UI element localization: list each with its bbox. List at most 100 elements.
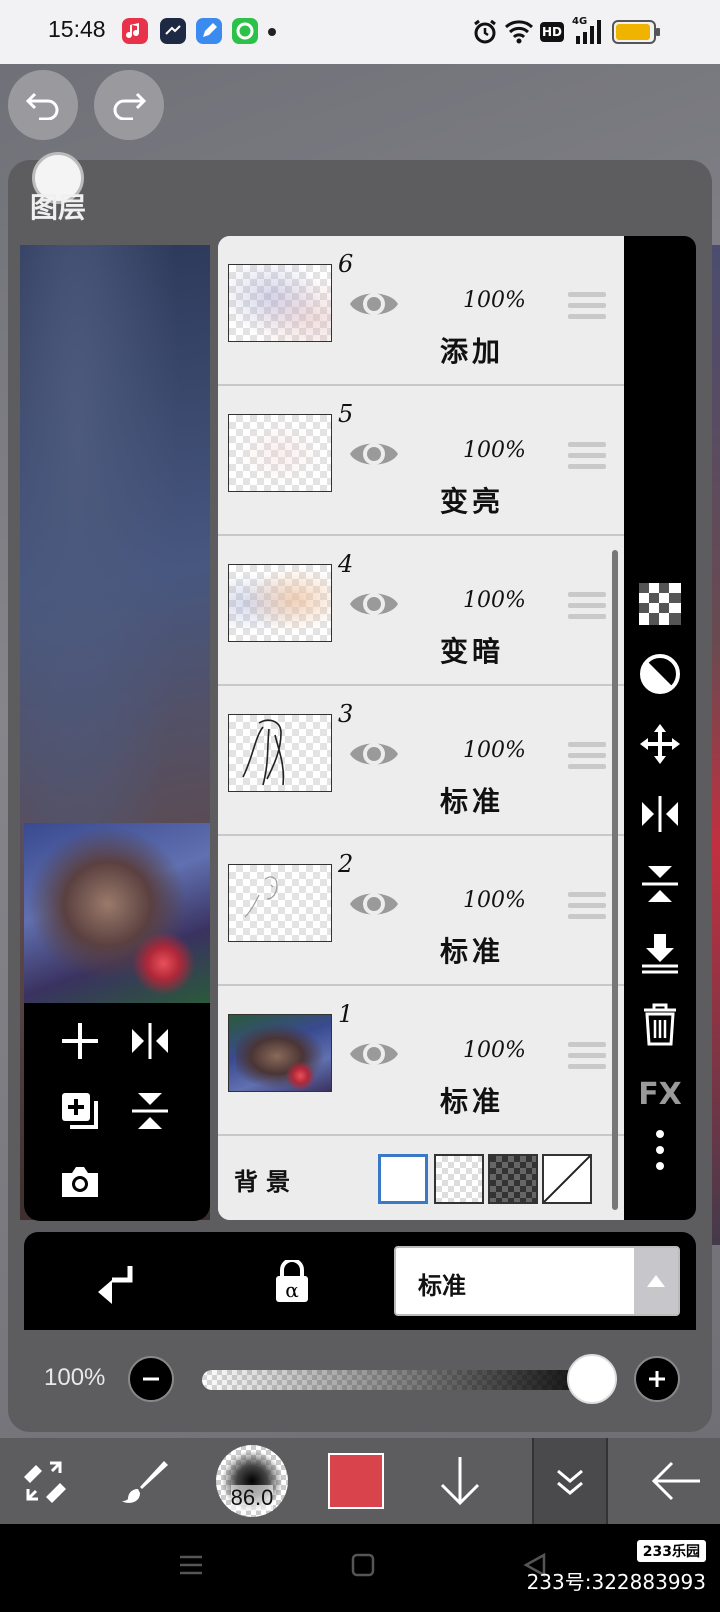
- layer-list-scrollbar[interactable]: [612, 550, 618, 1210]
- layer-number: 4: [338, 550, 354, 578]
- alarm-icon: [472, 18, 498, 50]
- flip-vertical-icon: [132, 1093, 168, 1129]
- layer-row-2[interactable]: 2 100% 标准: [218, 836, 624, 986]
- drag-handle-icon[interactable]: [568, 1042, 606, 1076]
- notes-app-icon: [196, 18, 222, 44]
- redo-button[interactable]: [94, 70, 164, 140]
- layer-blend-mode: 变亮: [440, 485, 505, 518]
- status-time: 15:48: [48, 16, 106, 42]
- drag-handle-icon[interactable]: [568, 742, 606, 776]
- nav-home-button[interactable]: [350, 1552, 376, 1582]
- clip-circle-icon: [640, 654, 680, 694]
- layer-row-6[interactable]: 6 100% 添加: [218, 236, 624, 386]
- opacity-decrease-button[interactable]: [128, 1356, 174, 1402]
- background-dark-transparent-swatch[interactable]: [488, 1154, 538, 1204]
- preview-tools: [24, 1003, 210, 1221]
- visibility-eye-icon[interactable]: [346, 276, 402, 332]
- nav-menu-button[interactable]: [178, 1552, 204, 1582]
- brush-tool-button[interactable]: [110, 1438, 182, 1524]
- menu-icon: [180, 1555, 202, 1575]
- layer-thumbnail: [228, 264, 332, 342]
- layer-row-4[interactable]: 4 100% 变暗: [218, 536, 624, 686]
- canvas-thumbnail[interactable]: [24, 823, 210, 1003]
- add-layer-button[interactable]: [50, 1011, 110, 1071]
- blend-mode-value: 标准: [418, 1271, 466, 1300]
- camera-app-icon: [232, 18, 258, 44]
- flip-layer-horizontal-button[interactable]: [632, 786, 688, 842]
- layer-thumbnail: [228, 564, 332, 642]
- redo-icon: [113, 92, 147, 120]
- trash-icon: [644, 1003, 676, 1046]
- drag-handle-icon[interactable]: [568, 292, 606, 326]
- visibility-eye-icon[interactable]: [346, 876, 402, 932]
- opacity-slider-thumb[interactable]: [567, 1354, 617, 1404]
- layer-blend-mode: 标准: [440, 935, 505, 968]
- layer-row-5[interactable]: 5 100% 变亮: [218, 386, 624, 536]
- layer-blend-mode: 添加: [440, 335, 505, 368]
- visibility-eye-icon[interactable]: [346, 726, 402, 782]
- back-button[interactable]: [640, 1438, 712, 1524]
- opacity-increase-button[interactable]: [634, 1356, 680, 1402]
- svg-text:α: α: [285, 1278, 299, 1302]
- alpha-lock-button[interactable]: α: [264, 1254, 320, 1310]
- plus-icon: [62, 1023, 98, 1059]
- layer-blend-mode: 标准: [440, 785, 505, 818]
- more-vertical-icon: [656, 1130, 664, 1170]
- drag-handle-icon[interactable]: [568, 892, 606, 926]
- undo-button[interactable]: [8, 70, 78, 140]
- transparency-lock-button[interactable]: [632, 576, 688, 632]
- layer-thumbnail: [228, 414, 332, 492]
- arrow-down-icon: [440, 1457, 480, 1506]
- layer-panel-toggle-button[interactable]: [532, 1438, 608, 1524]
- move-arrows-icon: [640, 724, 680, 764]
- opacity-slider-track[interactable]: [202, 1370, 592, 1390]
- background-none-swatch[interactable]: [542, 1154, 592, 1204]
- flip-vertical-button[interactable]: [120, 1081, 180, 1141]
- clip-below-button[interactable]: [88, 1254, 144, 1310]
- camera-import-button[interactable]: [50, 1151, 110, 1211]
- background-label: 背景: [234, 1167, 298, 1196]
- layer-number: 5: [338, 400, 354, 428]
- brush-icon: [122, 1461, 168, 1503]
- drag-handle-icon[interactable]: [568, 442, 606, 476]
- layer-blend-mode: 标准: [440, 1085, 505, 1118]
- layer-opacity: 100%: [463, 1038, 526, 1063]
- flip-layer-vertical-button[interactable]: [632, 856, 688, 912]
- layer-row-3[interactable]: 3 100% 标准: [218, 686, 624, 836]
- background-transparent-swatch[interactable]: [434, 1154, 484, 1204]
- layer-number: 2: [338, 850, 354, 878]
- layer-number: 6: [338, 250, 354, 278]
- 4g-signal-icon: 4G: [572, 16, 604, 50]
- tool-switch-button[interactable]: [8, 1438, 80, 1524]
- background-white-swatch[interactable]: [378, 1154, 428, 1204]
- merge-down-button[interactable]: [632, 926, 688, 982]
- brush-size-value: 86.0: [230, 1485, 274, 1511]
- dropdown-arrow-icon[interactable]: [634, 1248, 678, 1314]
- color-button[interactable]: [320, 1438, 392, 1524]
- flip-horizontal-button[interactable]: [120, 1011, 180, 1071]
- visibility-eye-icon[interactable]: [346, 426, 402, 482]
- clock-app-icon: [160, 18, 186, 44]
- visibility-eye-icon[interactable]: [346, 1026, 402, 1082]
- move-down-button[interactable]: [424, 1438, 496, 1524]
- blend-mode-select[interactable]: 标准: [394, 1246, 680, 1316]
- fx-button[interactable]: FX: [632, 1066, 688, 1122]
- delete-layer-button[interactable]: [632, 996, 688, 1052]
- return-arrow-icon: [98, 1266, 133, 1304]
- visibility-eye-icon[interactable]: [346, 576, 402, 632]
- move-layer-button[interactable]: [632, 716, 688, 772]
- layer-thumbnail: [228, 1014, 332, 1092]
- duplicate-layer-button[interactable]: [50, 1081, 110, 1141]
- tool-switch-icon: [24, 1461, 66, 1503]
- brush-size-button[interactable]: 86.0: [212, 1438, 292, 1524]
- layer-opacity: 100%: [463, 438, 526, 463]
- clipping-mask-button[interactable]: [632, 646, 688, 702]
- bottom-toolbar: 86.0: [0, 1438, 720, 1524]
- layer-blend-mode: 变暗: [440, 635, 505, 668]
- layer-thumbnail: [228, 714, 332, 792]
- watermark: 233乐园 233号:322883993: [527, 1540, 706, 1595]
- more-options-button[interactable]: [632, 1122, 688, 1178]
- watermark-logo: 233乐园: [636, 1540, 706, 1562]
- drag-handle-icon[interactable]: [568, 592, 606, 626]
- layer-row-1[interactable]: 1 100% 标准: [218, 986, 624, 1136]
